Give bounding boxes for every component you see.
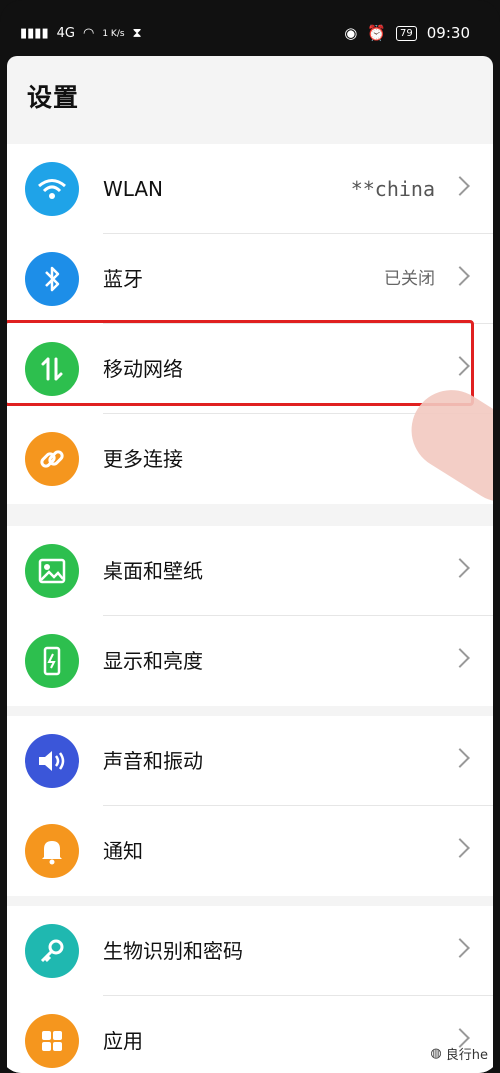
chevron-right-icon [450,558,470,578]
display-group: 桌面和壁纸 显示和亮度 [7,526,493,706]
page-title: 设置 [27,83,80,112]
item-label: 蓝牙 [103,267,143,291]
security-group: 生物识别和密码 应用 [7,906,493,1073]
item-label: WLAN [103,177,164,201]
sound-group: 声音和振动 通知 [7,716,493,896]
link-icon [25,432,79,486]
item-label: 更多连接 [103,447,183,471]
phone-frame: ▮▮▮▮ 4G ◠ 1 K/s ⧗ ◉ ⏰ 79 09:30 设置 WLAN *… [0,0,500,1073]
settings-item-apps[interactable]: 应用 [7,996,493,1073]
network-speed: 1 K/s [102,28,125,39]
status-left: ▮▮▮▮ 4G ◠ 1 K/s ⧗ [20,26,142,41]
settings-item-bluetooth[interactable]: 蓝牙 已关闭 [7,234,493,324]
item-label: 桌面和壁纸 [103,559,203,583]
item-label: 生物识别和密码 [103,939,243,963]
settings-screen: 设置 WLAN **china 蓝牙 已关闭 移动网络 更多连接 桌面和壁纸 显… [7,56,493,1073]
watermark-text: 良行he [445,1048,488,1063]
chevron-right-icon [450,938,470,958]
settings-item-display[interactable]: 显示和亮度 [7,616,493,706]
item-label: 应用 [103,1029,143,1053]
settings-item-notifications[interactable]: 通知 [7,806,493,896]
wifi-status-icon: ◠ [82,26,95,41]
chevron-right-icon [450,648,470,668]
hourglass-icon: ⧗ [132,26,142,41]
highlight-box [7,320,474,406]
network-type: 4G [56,26,75,41]
item-value: 已关闭 [384,269,435,289]
wallpaper-icon [25,544,79,598]
status-right: ◉ ⏰ 79 09:30 [344,24,470,42]
display-icon [25,634,79,688]
sound-icon [25,734,79,788]
apps-icon [25,1014,79,1068]
bluetooth-icon [25,252,79,306]
settings-item-wallpaper[interactable]: 桌面和壁纸 [7,526,493,616]
clock: 09:30 [426,24,470,42]
status-bar: ▮▮▮▮ 4G ◠ 1 K/s ⧗ ◉ ⏰ 79 09:30 [0,0,500,56]
key-icon [25,924,79,978]
watermark: ◍ 良行he [430,1044,488,1063]
wifi-icon [25,162,79,216]
battery-indicator: 79 [396,25,417,41]
chevron-right-icon [450,176,470,196]
item-value: **china [350,177,435,201]
chevron-right-icon [450,748,470,768]
settings-item-biometrics[interactable]: 生物识别和密码 [7,906,493,996]
item-label: 声音和振动 [103,749,203,773]
item-label: 通知 [103,839,143,863]
chevron-right-icon [450,266,470,286]
alarm-icon: ⏰ [367,24,387,42]
eye-icon: ◉ [344,24,358,42]
chevron-right-icon [450,838,470,858]
settings-item-sound[interactable]: 声音和振动 [7,716,493,806]
signal-icon: ▮▮▮▮ [20,26,49,41]
item-label: 显示和亮度 [103,649,203,673]
bell-icon [25,824,79,878]
settings-item-wlan[interactable]: WLAN **china [7,144,493,234]
wechat-icon: ◍ [430,1046,442,1061]
